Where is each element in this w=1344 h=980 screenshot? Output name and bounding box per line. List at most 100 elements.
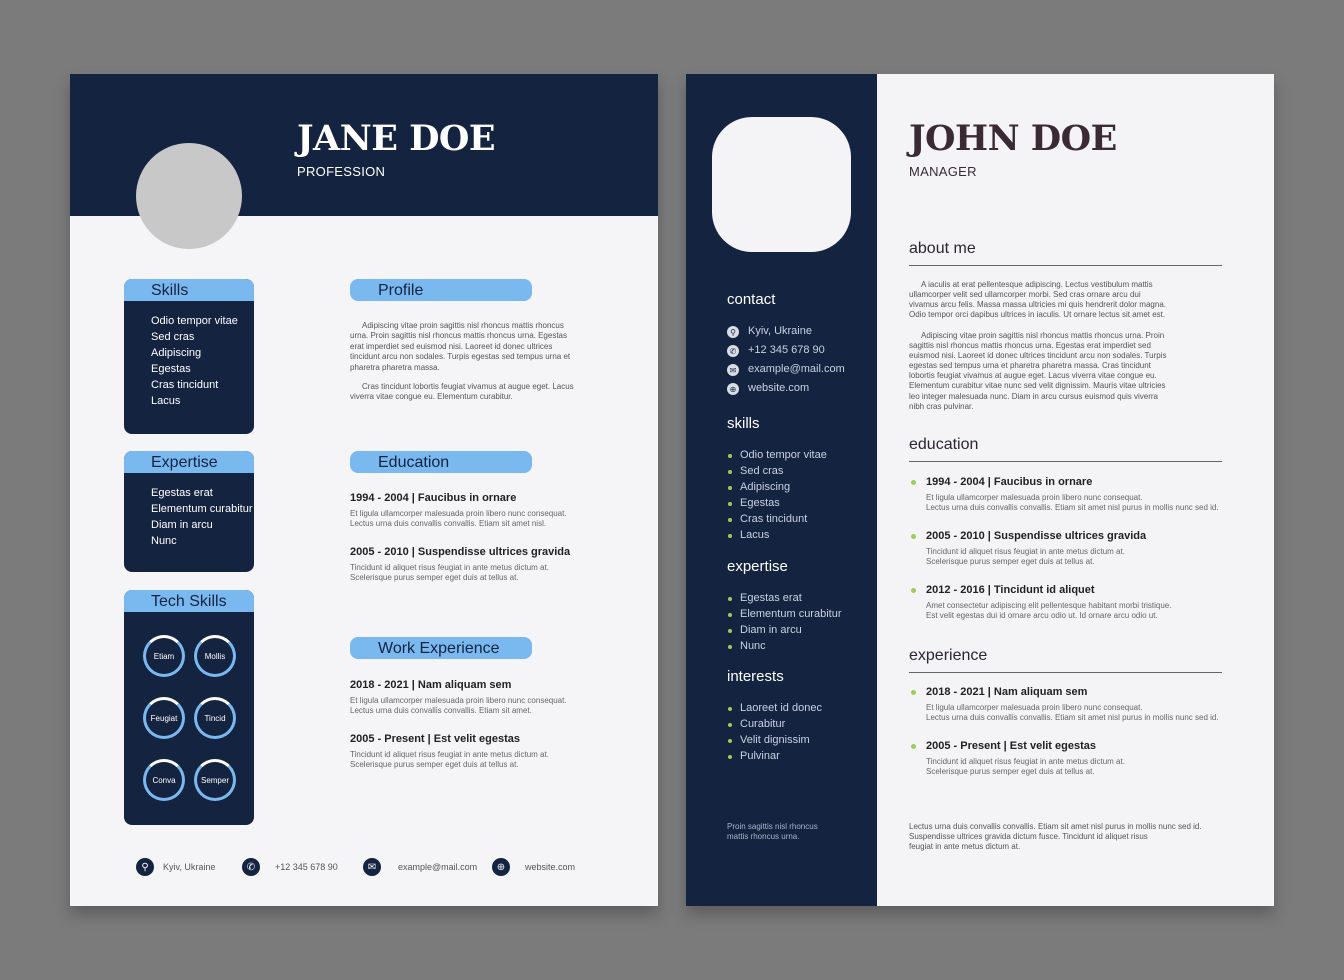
expertise-title: Expertise [124,451,254,473]
bullet-dot [911,534,916,539]
entry-desc: Scelerisque purus semper eget duis at te… [926,557,1095,566]
bullet-dot [728,707,732,711]
sidebar-note: Proin sagittis nisl rhoncus mattis rhonc… [727,822,818,841]
profile-paragraph: Cras tincidunt lobortis feugiat vivamus … [350,382,574,402]
section-title-experience: experience [909,647,988,664]
skill-ring: Etiam [143,635,185,677]
entry-desc: Et ligula ullamcorper malesuada proin li… [350,696,567,705]
list-item: Velit dignissim [740,734,810,746]
list-item: Sed cras [151,331,195,343]
skill-ring: Conva [143,759,185,801]
entry-desc: Tincidunt id aliquet risus feugiat in an… [350,563,549,572]
list-item: Diam in arcu [740,624,802,636]
list-item: Odio tempor vitae [740,449,827,461]
entry-title: 2018 - 2021 | Nam aliquam sem [926,686,1088,698]
contact-text: example@mail.com [398,862,478,872]
bullet-dot [728,629,732,633]
bullet-dot [728,613,732,617]
expertise-box: Expertise Egestas erat Elementum curabitur… [124,451,254,572]
bullet-dot [728,502,732,506]
entry-desc: Amet consectetur adipiscing elit pellent… [926,601,1172,610]
skill-ring: Feugiat [143,697,185,739]
tech-title: Tech Skills [124,590,254,612]
contact-text: website.com [748,382,810,394]
list-item: Pulvinar [740,750,780,762]
skills-box: Skills Odio tempor vitae Sed cras Adipiscin… [124,279,254,434]
footer-text: Suspendisse ultrices gravida dictum fusc… [909,832,1148,841]
section-title-profile: Profile [350,279,532,301]
skill-label: Semper [200,775,229,785]
globe-icon: ⊕ [492,858,510,876]
entry-desc: Scelerisque purus semper eget duis at te… [350,573,519,582]
photo-placeholder [712,117,851,252]
bullet-dot [728,645,732,649]
contact-text: website.com [525,862,576,872]
globe-icon: ⊕ [727,383,739,395]
section-title-work: Work Experience [350,637,532,659]
entry-title: 2018 - 2021 | Nam aliquam sem [350,679,512,691]
entry-title: 1994 - 2004 | Faucibus in ornare [350,492,517,504]
contact-text: Kyiv, Ukraine [748,325,812,337]
skill-ring: Mollis [194,635,236,677]
entry-title: 1994 - 2004 | Faucibus in ornare [926,476,1093,488]
entry-desc: Tincidunt id aliquet risus feugiat in an… [926,757,1125,766]
entry-desc: Lectus urna duis convallis convallis. Et… [926,713,1219,722]
contact-text: +12 345 678 90 [275,862,338,872]
profession: PROFESSION [297,164,386,179]
entry-desc: Et ligula ullamcorper malesuada proin li… [926,493,1143,502]
entry-desc: Et ligula ullamcorper malesuada proin li… [926,703,1143,712]
bullet-dot [728,454,732,458]
entry-desc: Est velit egestas dui id ornare arcu odi… [926,611,1158,620]
contact-text: example@mail.com [748,363,845,375]
phone-icon: ✆ [727,345,739,357]
tech-box: Tech Skills Etiam Mollis Feugiat Tincid Conva… [124,590,254,825]
skill-label: Tincid [204,713,226,723]
list-item: Odio tempor vitae [151,315,238,327]
name-heading: JOHN DOE [909,118,1117,159]
skill-label: Conva [152,775,176,785]
sidebar-title-interests: interests [727,668,784,685]
list-item: Egestas [151,363,191,375]
list-item: Lacus [740,529,770,541]
entry-desc: Lectus urna duis convallis convallis. Et… [350,706,532,715]
profile-paragraph: Adipiscing vitae proin sagittis nisl rho… [350,321,571,372]
skills-title: Skills [124,279,254,301]
contact-text: +12 345 678 90 [748,344,825,356]
profession: MANAGER [909,164,977,179]
skill-label: Feugiat [150,713,178,723]
entry-title: 2005 - Present | Est velit egestas [350,733,521,745]
mail-icon: ✉ [727,364,739,376]
section-title-education: Education [350,451,532,473]
entry-desc: Scelerisque purus semper eget duis at te… [350,760,519,769]
list-item: Elementum curabitur [151,503,253,515]
bullet-dot [911,480,916,485]
entry-title: 2005 - 2010 | Suspendisse ultrices gravi… [926,530,1147,542]
section-title-about: about me [909,240,976,257]
about-paragraph: A iaculis at erat pellentesque adipiscin… [909,280,1166,320]
list-item: Egestas erat [151,487,213,499]
entry-title: 2005 - Present | Est velit egestas [926,740,1097,752]
entry-title: 2012 - 2016 | Tincidunt id aliquet [926,584,1095,596]
list-item: Laoreet id donec [740,702,822,714]
footer-text: feugiat in ante metus dictum at. [909,842,1021,851]
list-item: Sed cras [740,465,784,477]
divider [909,461,1222,462]
entry-desc: Lectus urna duis convallis convallis. Et… [350,519,547,528]
list-item: Elementum curabitur [740,608,842,620]
divider [909,265,1222,266]
location-icon: ⚲ [727,326,739,338]
entry-desc: Scelerisque purus semper eget duis at te… [926,767,1095,776]
entry-title: 2005 - 2010 | Suspendisse ultrices gravi… [350,546,571,558]
avatar-placeholder [136,143,242,249]
list-item: Nunc [151,535,177,547]
about-paragraph: Adipiscing vitae proin sagittis nisl rho… [909,331,1167,411]
skill-ring: Tincid [194,697,236,739]
bullet-dot [911,690,916,695]
list-item: Egestas erat [740,592,802,604]
name-heading: JANE DOE [297,118,496,159]
list-item: Cras tincidunt [151,379,219,391]
resume-page-john: JOHN DOE MANAGER contact ⚲ Kyiv, Ukraine ✆ +… [686,74,1274,906]
section-title-education: education [909,436,979,453]
list-item: Nunc [740,640,766,652]
bullet-dot [728,755,732,759]
